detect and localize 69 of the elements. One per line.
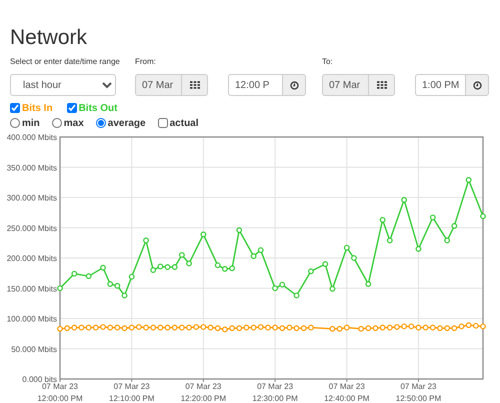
data-point [330, 286, 336, 292]
data-point [451, 223, 458, 229]
checkbox[interactable] [66, 103, 77, 113]
range-dropdown[interactable]: last hour [10, 74, 116, 96]
axis-label: 400.000 Mbits [6, 133, 57, 142]
time-field[interactable]: 1:00 PM [415, 74, 465, 96]
data-point [480, 213, 486, 220]
data-point [294, 292, 300, 298]
data-point [344, 244, 350, 251]
checkbox[interactable] [158, 118, 168, 128]
data-point [365, 281, 372, 287]
radio-button[interactable] [10, 118, 20, 128]
axis-label: 07 Mar 23 12:20:00 PM [180, 382, 226, 403]
clock-icon [290, 80, 298, 90]
field-label: Select or enter date/time range [10, 56, 120, 68]
option-label: actual [170, 118, 199, 128]
data-point [466, 177, 472, 183]
data-point [178, 252, 185, 258]
axis-label: 50.000 Mbits [11, 344, 57, 354]
axis-label: 300.000 Mbits [6, 194, 57, 202]
data-point [308, 268, 314, 274]
data-point [416, 246, 422, 252]
data-point [86, 273, 92, 280]
data-point [143, 238, 149, 244]
clock-button[interactable] [465, 74, 489, 96]
axis-label: 150.000 Mbits [6, 284, 57, 294]
axis-label: 0.000 bits [22, 375, 57, 384]
option-label: average [108, 118, 146, 128]
axis-label: 07 Mar 23 12:50:00 PM [396, 382, 442, 403]
calendar-button[interactable] [181, 74, 208, 96]
data-point [200, 232, 206, 238]
data-point [100, 264, 106, 271]
option-label: max [64, 118, 84, 128]
axis-label: 07 Mar 23 12:30:00 PM [252, 382, 298, 403]
data-point [57, 285, 63, 292]
data-point [380, 216, 386, 223]
time-field[interactable]: 12:00 P [228, 74, 282, 96]
page-title: Network [10, 26, 88, 50]
data-point [322, 261, 328, 267]
radio-button[interactable] [96, 118, 106, 128]
data-point [71, 270, 78, 277]
field-label: To: [322, 56, 333, 68]
data-point [236, 227, 242, 234]
data-point [186, 260, 192, 266]
data-point [386, 238, 393, 244]
axis-label: 07 Mar 23 12:40:00 PM [324, 382, 370, 403]
data-point [401, 197, 408, 203]
clock-button[interactable] [282, 74, 306, 96]
radio-button[interactable] [52, 118, 62, 128]
data-point [128, 274, 135, 280]
series-toggle-label: Bits Out [78, 102, 118, 114]
grid-icon [190, 81, 200, 89]
data-point [351, 255, 357, 261]
field-label: From: [135, 56, 156, 68]
option-label: min [22, 118, 40, 128]
axis-label: 350.000 Mbits [6, 163, 57, 172]
grid-icon [376, 81, 386, 89]
calendar-button[interactable] [368, 74, 395, 96]
data-point [444, 238, 450, 244]
axis-label: 07 Mar 23 12:00:00 PM [37, 382, 83, 403]
clock-icon [472, 80, 482, 90]
axis-label: 07 Mar 23 12:10:00 PM [109, 382, 154, 403]
data-point [122, 292, 128, 298]
axis-label: 200.000 Mbits [6, 254, 57, 263]
series-toggle-label: Bits In [22, 102, 53, 114]
checkbox[interactable] [10, 103, 20, 113]
axis-label: 100.000 Mbits [6, 314, 57, 324]
axis-label: 250.000 Mbits [6, 224, 57, 233]
data-point [430, 214, 436, 220]
